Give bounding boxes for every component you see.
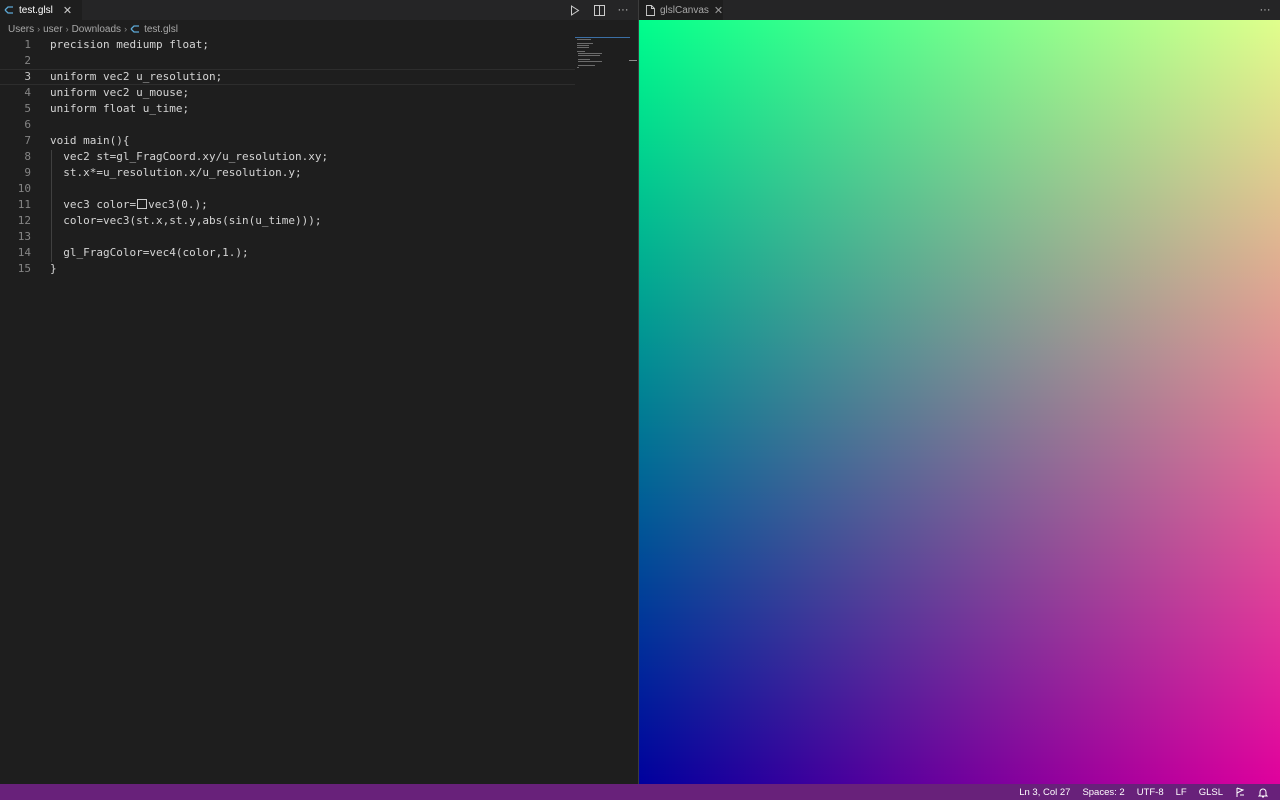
line-number: 14	[17, 246, 31, 259]
play-icon[interactable]	[568, 3, 582, 17]
code-line[interactable]: 10	[0, 181, 575, 197]
code-area[interactable]: 1 precision mediump float; 2 3 uniform vec…	[0, 37, 575, 277]
line-number: 11	[17, 198, 31, 211]
code-text: precision mediump float;	[50, 38, 209, 51]
code-text: st.x*=u_resolution.x/u_resolution.y;	[50, 166, 302, 179]
more-actions-icon[interactable]: ···	[616, 3, 630, 17]
breadcrumb: Users › user › Downloads › test.glsl	[8, 22, 178, 36]
indent-guide	[51, 150, 52, 262]
line-number: 15	[17, 262, 31, 275]
glsl-file-icon	[130, 25, 140, 33]
line-number: 9	[24, 166, 31, 179]
breadcrumb-user[interactable]: user	[43, 24, 62, 35]
chevron-right-icon: ›	[37, 24, 41, 34]
code-text: }	[50, 262, 57, 275]
line-number: 12	[17, 214, 31, 227]
status-bar: Ln 3, Col 27 Spaces: 2 UTF-8 LF GLSL	[0, 784, 1280, 800]
more-actions-icon[interactable]: ···	[1258, 3, 1272, 17]
line-number: 2	[24, 54, 31, 67]
line-number: 10	[17, 182, 31, 195]
editor-actions: ···	[568, 0, 630, 20]
code-text: void main(){	[50, 134, 130, 147]
code-text: uniform float u_time;	[50, 102, 190, 115]
tab-label: test.glsl	[19, 4, 53, 16]
code-line[interactable]: 2	[0, 53, 575, 69]
line-number: 4	[24, 86, 31, 99]
close-tab-icon[interactable]: ✕	[714, 4, 723, 17]
minimap[interactable]	[575, 37, 630, 77]
line-number: 8	[24, 150, 31, 163]
bell-icon[interactable]	[1258, 787, 1268, 798]
breadcrumb-users[interactable]: Users	[8, 24, 34, 35]
editor-tab-bar: test.glsl ✕ ···	[0, 0, 638, 20]
code-line[interactable]: 1 precision mediump float;	[0, 37, 575, 53]
split-editor-icon[interactable]	[592, 3, 606, 17]
canvas-gradient-blue-layer	[639, 20, 1280, 784]
code-line[interactable]: 13	[0, 229, 575, 245]
code-text: color=vec3(st.x,st.y,abs(sin(u_time)));	[50, 214, 322, 227]
breadcrumb-downloads[interactable]: Downloads	[72, 24, 121, 35]
code-editor-group: test.glsl ✕ ··· Users › user › Downloads…	[0, 0, 638, 784]
code-line-current[interactable]: 3 uniform vec2 u_resolution;	[0, 69, 575, 85]
color-swatch-icon[interactable]	[137, 199, 148, 209]
code-line[interactable]: 9 st.x*=u_resolution.x/u_resolution.y;	[0, 165, 575, 181]
line-number: 7	[24, 134, 31, 147]
chevron-right-icon: ›	[124, 24, 128, 34]
line-number: 1	[24, 38, 31, 51]
code-text: vec3 color= vec3(0.);	[50, 197, 208, 213]
scrollbar-cursor-marker	[629, 60, 637, 61]
breadcrumb-file[interactable]: test.glsl	[144, 24, 178, 35]
code-text: uniform vec2 u_resolution;	[50, 70, 223, 83]
cursor-position[interactable]: Ln 3, Col 27	[1019, 787, 1070, 798]
line-number: 6	[24, 118, 31, 131]
end-of-line[interactable]: LF	[1176, 787, 1187, 798]
code-line[interactable]: 7 void main(){	[0, 133, 575, 149]
code-text-part: vec3(0.);	[148, 198, 208, 211]
code-text-part: vec3 color=	[50, 198, 137, 211]
line-number: 3	[24, 70, 31, 83]
code-line[interactable]: 14 gl_FragColor=vec4(color,1.);	[0, 245, 575, 261]
language-mode[interactable]: GLSL	[1199, 787, 1223, 798]
glsl-file-icon	[4, 5, 14, 15]
feedback-icon[interactable]	[1235, 787, 1246, 798]
code-line[interactable]: 4 uniform vec2 u_mouse;	[0, 85, 575, 101]
code-line[interactable]: 12 color=vec3(st.x,st.y,abs(sin(u_time))…	[0, 213, 575, 229]
tab-label: glslCanvas	[660, 4, 709, 16]
code-line[interactable]: 5 uniform float u_time;	[0, 101, 575, 117]
shader-preview-canvas[interactable]	[639, 20, 1280, 784]
minimap-viewport	[575, 37, 630, 38]
code-text: gl_FragColor=vec4(color,1.);	[50, 246, 249, 259]
document-icon	[646, 4, 655, 16]
code-line[interactable]: 6	[0, 117, 575, 133]
encoding[interactable]: UTF-8	[1137, 787, 1164, 798]
code-line[interactable]: 8 vec2 st=gl_FragCoord.xy/u_resolution.x…	[0, 149, 575, 165]
chevron-right-icon: ›	[65, 24, 69, 34]
close-tab-icon[interactable]: ✕	[63, 4, 72, 17]
preview-tab-bar: glslCanvas ✕ ···	[639, 0, 1280, 20]
preview-actions: ···	[1258, 0, 1272, 20]
code-line[interactable]: 11 vec3 color= vec3(0.);	[0, 197, 575, 213]
code-text: uniform vec2 u_mouse;	[50, 86, 190, 99]
indentation[interactable]: Spaces: 2	[1082, 787, 1124, 798]
line-number: 13	[17, 230, 31, 243]
glsl-canvas-group: glslCanvas ✕ ···	[639, 0, 1280, 784]
line-number: 5	[24, 102, 31, 115]
tab-glsl-canvas[interactable]: glslCanvas ✕	[639, 0, 723, 20]
code-line[interactable]: 15}	[0, 261, 575, 277]
tab-test-glsl[interactable]: test.glsl ✕	[0, 0, 82, 20]
code-text: vec2 st=gl_FragCoord.xy/u_resolution.xy;	[50, 150, 329, 163]
